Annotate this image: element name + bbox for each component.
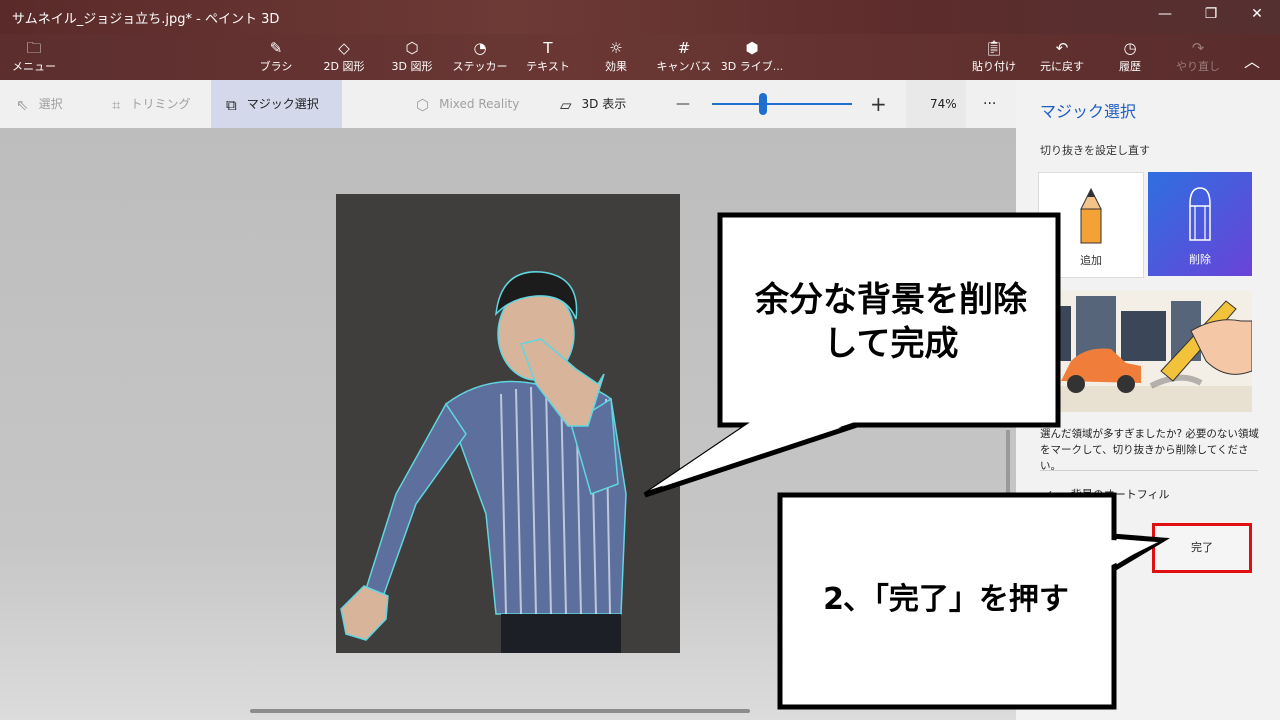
tool-effects[interactable]: ☼ 効果 — [584, 38, 648, 74]
mixed-reality-icon: ⬡ — [416, 95, 430, 114]
history-button[interactable]: ◷ 履歴 — [1098, 38, 1162, 74]
remove-button[interactable]: 削除 — [1148, 172, 1252, 276]
car-eraser-illustration — [1041, 291, 1252, 412]
minimize-button[interactable]: — — [1150, 6, 1180, 22]
paste-label: 貼り付け — [972, 60, 1016, 73]
zoom-slider-track[interactable] — [712, 103, 852, 105]
tool-canvas-label: キャンバス — [656, 60, 712, 73]
window-title: サムネイル_ジョジョ立ち.jpg* - ペイント 3D — [12, 12, 280, 27]
view-3d-label: 3D 表示 — [581, 97, 627, 111]
tutorial-illustration — [1041, 291, 1252, 412]
sticker-icon: ◔ — [473, 39, 487, 57]
magic-select-button[interactable]: ⧉ マジック選択 — [226, 80, 319, 128]
brush-icon: ✎ — [269, 39, 283, 57]
tool-3d-label: 3D 図形 — [391, 60, 433, 73]
history-label: 履歴 — [1119, 60, 1141, 73]
zoom-value: 74% — [930, 97, 957, 111]
tool-brush-label: ブラシ — [259, 60, 293, 73]
crop-button[interactable]: ⌗ トリミング — [112, 80, 190, 128]
canvas-icon: # — [677, 39, 691, 57]
mixed-reality-button[interactable]: ⬡ Mixed Reality — [416, 80, 519, 128]
select-label: 選択 — [38, 97, 63, 111]
more-options-button[interactable]: ··· — [983, 80, 996, 128]
library-icon: ⬢ — [745, 39, 759, 57]
tool-2d-shapes[interactable]: ◇ 2D 図形 — [312, 38, 376, 74]
top-callout-text: 余分な背景を削除 して完成 — [728, 278, 1054, 366]
cursor-icon: ⇖ — [16, 95, 29, 114]
tool-text[interactable]: T テキスト — [516, 38, 580, 74]
tool-stickers[interactable]: ◔ ステッカー — [448, 38, 512, 74]
horizontal-scrollbar[interactable] — [250, 709, 750, 713]
tool-3dlib-label: 3D ライブ... — [720, 60, 784, 73]
person-figure — [336, 194, 680, 653]
crop-label: トリミング — [130, 97, 191, 111]
redo-icon: ↷ — [1191, 39, 1205, 57]
remove-label: 削除 — [1189, 253, 1211, 266]
panel-subtitle: 切り抜きを設定し直す — [1040, 144, 1150, 157]
help-text: 選んだ領域が多すぎましたか? 必要のない領域をマークして、切り抜きから削除してく… — [1040, 428, 1259, 472]
panel-separator — [1040, 470, 1258, 471]
text-icon: T — [543, 39, 553, 57]
zoom-out-button[interactable]: — — [676, 80, 690, 128]
undo-icon: ↶ — [1055, 39, 1069, 57]
tool-brush[interactable]: ✎ ブラシ — [244, 38, 308, 74]
tool-effects-label: 効果 — [605, 60, 627, 73]
top-callout-line1: 余分な背景を削除 — [755, 280, 1027, 320]
zoom-in-button[interactable]: + — [870, 80, 887, 128]
eraser-icon — [1189, 187, 1211, 241]
history-icon: ◷ — [1123, 39, 1137, 57]
tool-text-label: テキスト — [526, 60, 570, 73]
zoom-slider-thumb[interactable] — [759, 93, 767, 115]
undo-label: 元に戻す — [1040, 60, 1084, 73]
tool-3d-library[interactable]: ⬢ 3D ライブ... — [720, 38, 784, 74]
select-button[interactable]: ⇖ 選択 — [16, 80, 63, 128]
menu-label: メニュー — [12, 60, 56, 73]
mixed-reality-label: Mixed Reality — [439, 97, 520, 111]
shapes-2d-icon: ◇ — [338, 39, 350, 57]
redo-button[interactable]: ↷ やり直し — [1166, 38, 1230, 74]
view-3d-icon: ▱ — [560, 95, 572, 114]
menu-button[interactable]: 🗀 メニュー — [2, 38, 66, 74]
tool-2d-label: 2D 図形 — [323, 60, 365, 73]
pencil-icon — [1080, 187, 1102, 244]
magic-select-icon: ⧉ — [226, 95, 237, 114]
sun-icon: ☼ — [609, 39, 623, 57]
cube-icon: ⬡ — [405, 39, 419, 57]
undo-button[interactable]: ↶ 元に戻す — [1030, 38, 1094, 74]
tool-stickers-label: ステッカー — [452, 60, 508, 73]
tool-3d-shapes[interactable]: ⬡ 3D 図形 — [380, 38, 444, 74]
top-callout-line2: して完成 — [823, 324, 959, 364]
panel-title: マジック選択 — [1040, 102, 1137, 121]
restore-button[interactable]: ❐ — [1196, 6, 1226, 22]
redo-label: やり直し — [1176, 60, 1220, 73]
tool-canvas[interactable]: # キャンバス — [652, 38, 716, 74]
crop-icon: ⌗ — [112, 95, 121, 114]
folder-icon: 🗀 — [26, 39, 42, 57]
view-3d-button[interactable]: ▱ 3D 表示 — [560, 80, 626, 128]
canvas-photo[interactable] — [336, 194, 680, 653]
bottom-callout-text: 2､「完了」を押す — [823, 582, 1069, 617]
paste-button[interactable]: 📋︎ 貼り付け — [962, 38, 1026, 74]
magic-select-label: マジック選択 — [246, 97, 319, 111]
collapse-chevron-icon[interactable]: ︿ — [1244, 48, 1260, 72]
paste-icon: 📋︎ — [984, 39, 1004, 57]
close-button[interactable]: ✕ — [1242, 6, 1272, 22]
